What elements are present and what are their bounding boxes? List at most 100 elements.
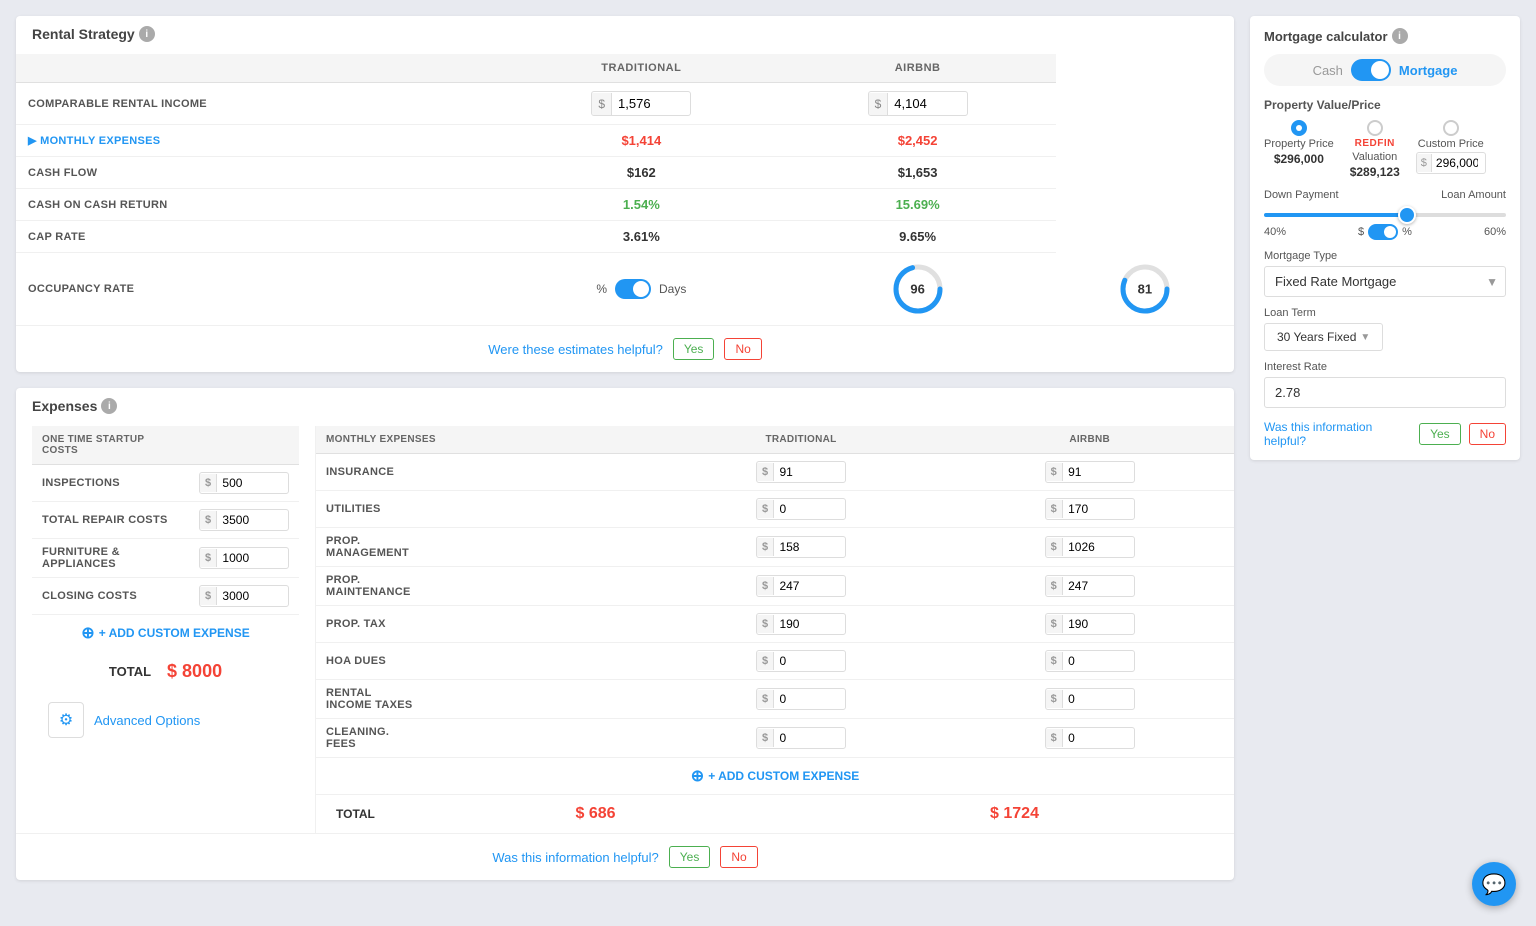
furniture-field[interactable] — [217, 548, 277, 568]
prop-mgmt-airbnb-input[interactable]: $ — [1045, 536, 1135, 558]
comparable-trad-field[interactable] — [612, 92, 682, 115]
property-price-option[interactable]: Property Price $296,000 — [1264, 120, 1334, 166]
closing-label: CLOSING COSTS — [32, 578, 189, 615]
insurance-airbnb-input[interactable]: $ — [1045, 461, 1135, 483]
table-row: HOA DUES $ $ — [316, 643, 1234, 680]
inspection-field[interactable] — [217, 473, 277, 493]
advanced-options-label[interactable]: Advanced Options — [94, 713, 200, 728]
monthly-total-label: TOTAL — [326, 807, 386, 821]
redfin-label: REDFIN — [1355, 138, 1395, 149]
insurance-trad-input[interactable]: $ — [756, 461, 846, 483]
cash-label: Cash — [1313, 63, 1343, 78]
mortgage-helpful-text: Was this information helpful? — [1264, 420, 1411, 448]
mortgage-type-section: Mortgage Type Fixed Rate Mortgage Adjust… — [1264, 250, 1506, 297]
loan-amount-label: Loan Amount — [1441, 189, 1506, 201]
table-row: PROP. TAX $ $ — [316, 606, 1234, 643]
airbnb-donut-value: 81 — [1138, 281, 1152, 296]
cleaning-trad-input[interactable]: $ — [756, 727, 846, 749]
chat-bubble[interactable]: 💬 — [1472, 862, 1516, 906]
one-time-total-row: TOTAL $ 8000 — [32, 651, 299, 692]
interest-rate-label: Interest Rate — [1264, 361, 1506, 373]
rental-tax-trad-input[interactable]: $ — [756, 688, 846, 710]
loan-term-button[interactable]: 30 Years Fixed ▼ — [1264, 323, 1383, 351]
custom-price-radio[interactable] — [1443, 120, 1459, 136]
col-label — [16, 54, 503, 83]
expenses-no-button[interactable]: No — [720, 846, 757, 868]
rental-yes-button[interactable]: Yes — [673, 338, 715, 360]
add-custom-expense-button[interactable]: ⊕ + ADD CUSTOM EXPENSE — [32, 615, 299, 651]
monthly-total-airbnb: $ 1724 — [805, 805, 1224, 823]
closing-field[interactable] — [217, 586, 277, 606]
expenses-info-icon[interactable]: i — [101, 398, 117, 414]
rental-no-button[interactable]: No — [724, 338, 761, 360]
mortgage-label: Mortgage — [1399, 63, 1458, 78]
repair-input[interactable]: $ — [199, 509, 289, 531]
cash-mortgage-switch[interactable] — [1351, 59, 1391, 81]
mortgage-title: Mortgage calculator i — [1264, 28, 1506, 44]
interest-rate-field[interactable] — [1264, 377, 1506, 408]
mortgage-yes-button[interactable]: Yes — [1419, 423, 1461, 445]
days-label: Days — [659, 282, 686, 296]
down-payment-slider[interactable] — [1264, 213, 1506, 217]
prop-maint-trad-input[interactable]: $ — [756, 575, 846, 597]
row-traditional: $ — [503, 83, 779, 125]
dollar-label: $ — [1358, 226, 1364, 238]
rental-strategy-info-icon[interactable]: i — [139, 26, 155, 42]
table-row: COMPARABLE RENTAL INCOME $ $ — [16, 83, 1234, 125]
table-row: INSPECTIONS $ — [32, 465, 299, 502]
custom-price-input[interactable]: $ — [1416, 152, 1486, 174]
prop-tax-trad-input[interactable]: $ — [756, 613, 846, 635]
utilities-trad-input[interactable]: $ — [756, 498, 846, 520]
custom-price-option[interactable]: Custom Price $ — [1416, 120, 1486, 174]
cap-rate-label: CAP RATE — [16, 221, 503, 253]
furniture-val: $ — [189, 539, 299, 578]
hoa-trad-input[interactable]: $ — [756, 650, 846, 672]
mortgage-card: Mortgage calculator i Cash Mortgage Prop… — [1250, 16, 1520, 460]
table-row: INSURANCE $ $ — [316, 454, 1234, 491]
table-row: OCCUPANCY RATE % Days — [16, 253, 1234, 326]
cap-rate-airbnb: 9.65% — [779, 221, 1055, 253]
comparable-trad-input[interactable]: $ — [591, 91, 691, 116]
prop-maint-airbnb-input[interactable]: $ — [1045, 575, 1135, 597]
property-price-radio[interactable] — [1291, 120, 1307, 136]
monthly-header: MONTHLY EXPENSES — [316, 426, 657, 454]
dollar-pct-switch[interactable] — [1368, 224, 1398, 240]
custom-price-field[interactable] — [1432, 153, 1482, 173]
comparable-airbnb-input[interactable]: $ — [868, 91, 968, 116]
expenses-yes-button[interactable]: Yes — [669, 846, 711, 868]
rental-income-tax-label: RENTALINCOME TAXES — [316, 680, 657, 719]
rental-tax-airbnb-input[interactable]: $ — [1045, 688, 1135, 710]
mortgage-type-select[interactable]: Fixed Rate Mortgage Adjustable Rate Mort… — [1264, 266, 1506, 297]
col-airbnb: AIRBNB — [779, 54, 1055, 83]
prop-tax-airbnb-input[interactable]: $ — [1045, 613, 1135, 635]
row-airbnb: $ — [779, 83, 1055, 125]
utilities-label: UTILITIES — [316, 491, 657, 528]
advanced-options-row: ⚙ Advanced Options — [32, 692, 299, 748]
occupancy-label: OCCUPANCY RATE — [16, 253, 503, 326]
furniture-input[interactable]: $ — [199, 547, 289, 569]
valuation-radio[interactable] — [1367, 120, 1383, 136]
gear-icon[interactable]: ⚙ — [48, 702, 84, 738]
closing-val: $ — [189, 578, 299, 615]
rental-strategy-title: Rental Strategy i — [32, 26, 1218, 42]
mortgage-no-button[interactable]: No — [1469, 423, 1506, 445]
repair-field[interactable] — [217, 510, 277, 530]
hoa-airbnb-input[interactable]: $ — [1045, 650, 1135, 672]
mortgage-info-icon[interactable]: i — [1392, 28, 1408, 44]
prop-tax-label: PROP. TAX — [316, 606, 657, 643]
furniture-label: FURNITURE & APPLIANCES — [32, 539, 189, 578]
trad-donut-value: 96 — [910, 282, 924, 297]
utilities-airbnb-input[interactable]: $ — [1045, 498, 1135, 520]
prop-mgmt-trad-input[interactable]: $ — [756, 536, 846, 558]
monthly-add-custom-button[interactable]: ⊕ + ADD CUSTOM EXPENSE — [316, 758, 1234, 794]
coc-label: CASH ON CASH RETURN — [16, 189, 503, 221]
cash-mortgage-toggle[interactable]: Cash Mortgage — [1264, 54, 1506, 86]
cleaning-airbnb-input[interactable]: $ — [1045, 727, 1135, 749]
valuation-option[interactable]: REDFIN Valuation $289,123 — [1350, 120, 1400, 179]
cash-flow-trad: $162 — [503, 157, 779, 189]
occupancy-toggle[interactable] — [615, 279, 651, 299]
comparable-airbnb-field[interactable] — [888, 92, 958, 115]
expenses-helpful-row: Was this information helpful? Yes No — [16, 833, 1234, 880]
closing-input[interactable]: $ — [199, 585, 289, 607]
inspection-input[interactable]: $ — [199, 472, 289, 494]
